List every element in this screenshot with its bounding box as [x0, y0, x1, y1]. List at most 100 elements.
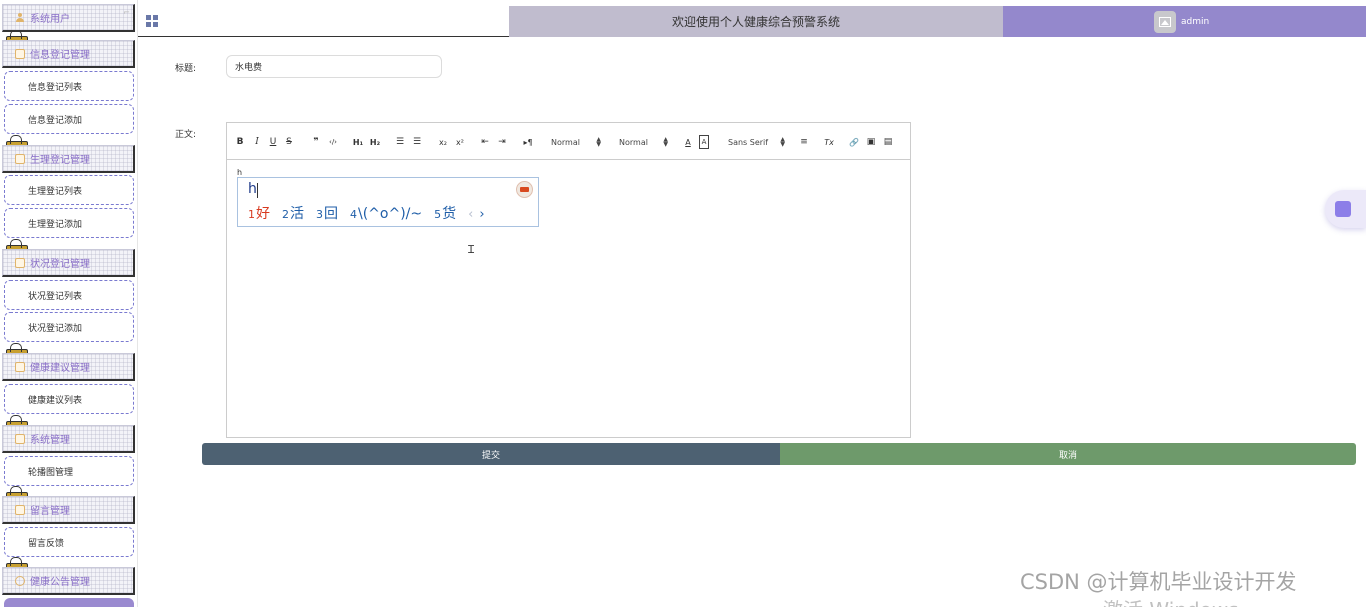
h2-button[interactable]: H₂	[369, 135, 381, 149]
indent-button[interactable]: ⇥	[496, 135, 508, 149]
header-select[interactable]: Normal ▲ ▼	[619, 135, 668, 149]
size-select-value: Normal	[551, 137, 580, 147]
fold-corner-icon: ⌐	[123, 8, 130, 17]
blockquote-button[interactable]: ❞	[310, 135, 322, 149]
content-label: 正文:	[175, 130, 197, 140]
sidebar-section-messages[interactable]: 留言管理	[2, 496, 135, 524]
floating-action-button[interactable]	[1325, 190, 1366, 228]
sidebar-item-label: 状况登记列表	[28, 291, 83, 302]
text-direction-button[interactable]: ▸¶	[521, 135, 535, 149]
clean-format-button[interactable]: Tx	[823, 135, 835, 149]
sidebar-item-label: 状况登记添加	[28, 323, 83, 334]
sidebar-section-label: 留言管理	[30, 506, 70, 517]
watermark: CSDN @计算机毕业设计开发	[1020, 570, 1297, 594]
superscript-button[interactable]: x²	[453, 135, 467, 149]
sidebar-item-label: 信息登记列表	[28, 82, 83, 93]
ime-candidate[interactable]: 1好	[248, 203, 270, 223]
sidebar-item-info-add[interactable]: 信息登记添加	[4, 104, 134, 134]
bold-button[interactable]: B	[235, 135, 245, 149]
sidebar-item-advice-list[interactable]: 健康建议列表	[4, 384, 134, 414]
ime-candidate[interactable]: 3回	[316, 203, 338, 223]
link-button[interactable]: 🔗	[848, 135, 860, 149]
user-icon	[15, 12, 25, 23]
sidebar-item-label: 留言反馈	[28, 538, 65, 549]
sidebar-item-label: 健康建议列表	[28, 395, 83, 406]
text-color-button[interactable]: A	[683, 135, 693, 149]
video-button[interactable]: ▤	[882, 135, 894, 149]
sidebar-section-label: 系统用户	[30, 14, 70, 25]
background-color-button[interactable]: A	[699, 135, 709, 149]
sidebar-item-label: 信息登记添加	[28, 115, 83, 126]
strike-button[interactable]: S	[284, 135, 294, 149]
underline-button[interactable]: U	[268, 135, 278, 149]
image-icon	[1159, 16, 1171, 27]
sidebar-section-users[interactable]: 系统用户 ⌐	[2, 4, 135, 32]
rich-text-editor[interactable]: B I U S ❞ ‹/› H₁ H₂ ☰ ☰ x₂ x² ⇤ ⇥ ▸¶ Nor…	[226, 122, 911, 438]
cancel-button[interactable]: 取消	[780, 443, 1356, 465]
ordered-list-button[interactable]: ☰	[394, 135, 406, 149]
sidebar-item-label: 生理登记列表	[28, 186, 83, 197]
sidebar-section-physio[interactable]: 生理登记管理	[2, 145, 135, 173]
document-icon	[1332, 198, 1351, 217]
ime-prev-page-icon[interactable]: ‹	[468, 207, 473, 222]
ime-logo-icon[interactable]	[516, 181, 533, 198]
sidebar-section-announcements[interactable]: 健康公告管理	[2, 567, 135, 595]
ime-next-page-icon[interactable]: ›	[479, 207, 484, 222]
sidebar-item-info-list[interactable]: 信息登记列表	[4, 71, 134, 101]
menu-icon	[15, 361, 25, 372]
sidebar-section-system[interactable]: 系统管理	[2, 425, 135, 453]
menu-icon	[15, 153, 25, 164]
ime-composition-text: h	[248, 181, 257, 197]
submit-button[interactable]: 提交	[202, 443, 780, 465]
ime-candidate-window: h 1好 2活 3回 4\(^o^)/~ 5货 ‹ ›	[237, 177, 539, 227]
sidebar-item-label: 生理登记添加	[28, 219, 83, 230]
image-button[interactable]: ▣	[865, 135, 877, 149]
sidebar-active-item[interactable]	[4, 598, 134, 607]
title-input[interactable]	[226, 55, 442, 78]
sidebar-section-label: 健康建议管理	[30, 363, 90, 374]
outdent-button[interactable]: ⇤	[479, 135, 491, 149]
subscript-button[interactable]: x₂	[436, 135, 450, 149]
sidebar-item-status-list[interactable]: 状况登记列表	[4, 280, 134, 310]
ime-candidate[interactable]: 5货	[434, 203, 456, 223]
text-cursor-icon: Ɪ	[468, 243, 475, 256]
align-button[interactable]: ≡	[798, 135, 810, 149]
info-icon	[15, 575, 25, 586]
sidebar-item-physio-list[interactable]: 生理登记列表	[4, 175, 134, 205]
ime-candidate[interactable]: 4\(^o^)/~	[350, 206, 422, 222]
user-menu[interactable]: admin	[1003, 6, 1366, 37]
italic-button[interactable]: I	[252, 135, 262, 149]
title-label: 标题:	[175, 64, 197, 74]
sidebar-item-status-add[interactable]: 状况登记添加	[4, 312, 134, 342]
sidebar-section-label: 生理登记管理	[30, 155, 90, 166]
sidebar-section-label: 系统管理	[30, 435, 70, 446]
menu-icon	[15, 257, 25, 268]
menu-icon	[15, 504, 25, 515]
editor-toolbar: B I U S ❞ ‹/› H₁ H₂ ☰ ☰ x₂ x² ⇤ ⇥ ▸¶ Nor…	[227, 123, 910, 160]
app-root: 系统用户 ⌐ 信息登记管理 信息登记列表 信息登记添加 生理登记管理 生理登记列…	[0, 0, 1366, 607]
header-select-value: Normal	[619, 137, 648, 147]
sidebar-section-status[interactable]: 状况登记管理	[2, 249, 135, 277]
sidebar-section-info[interactable]: 信息登记管理	[2, 40, 135, 68]
editor-content[interactable]: h	[237, 168, 242, 177]
sidebar-section-label: 状况登记管理	[30, 259, 90, 270]
sidebar-item-feedback[interactable]: 留言反馈	[4, 527, 134, 557]
sidebar-item-physio-add[interactable]: 生理登记添加	[4, 208, 134, 238]
ime-candidate[interactable]: 2活	[282, 203, 304, 223]
font-select[interactable]: Sans Serif ▲ ▼	[728, 135, 785, 149]
size-select[interactable]: Normal ▲ ▼	[551, 135, 601, 149]
code-block-button[interactable]: ‹/›	[326, 135, 340, 149]
h1-button[interactable]: H₁	[352, 135, 364, 149]
username: admin	[1181, 16, 1210, 27]
grid-menu-icon[interactable]	[146, 15, 158, 27]
page-title: 欢迎使用个人健康综合预警系统	[509, 6, 1003, 37]
menu-icon	[15, 48, 25, 59]
sidebar-item-carousel[interactable]: 轮播图管理	[4, 456, 134, 486]
avatar[interactable]	[1154, 10, 1176, 33]
sidebar-item-label: 轮播图管理	[28, 467, 74, 478]
menu-icon	[15, 433, 25, 444]
sidebar-section-advice[interactable]: 健康建议管理	[2, 353, 135, 381]
ime-caret	[257, 183, 258, 198]
updown-arrow-icon: ▲ ▼	[780, 136, 785, 148]
bullet-list-button[interactable]: ☰	[411, 135, 423, 149]
